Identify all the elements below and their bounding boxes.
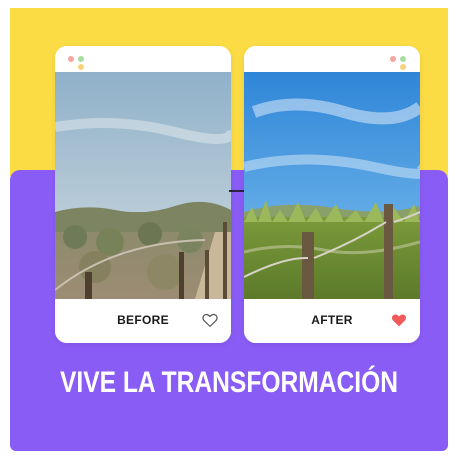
window-dot-green [400, 56, 406, 62]
window-dot-red [390, 56, 396, 62]
after-photo [244, 72, 420, 299]
promo-graphic: BEFORE AFTER VIVE LA TRANSFORMACIÓN [0, 0, 458, 459]
window-titlebar [55, 46, 231, 72]
before-card: BEFORE [55, 46, 231, 343]
window-titlebar [244, 46, 420, 72]
after-label-bar: AFTER [244, 299, 420, 343]
after-card: AFTER [244, 46, 420, 343]
window-dot-yellow [78, 64, 84, 70]
before-label-bar: BEFORE [55, 299, 231, 343]
heart-filled-icon[interactable] [390, 311, 408, 329]
window-dot-red [68, 56, 74, 62]
window-dots [68, 56, 84, 70]
before-photo [55, 72, 231, 299]
headline: VIVE LA TRANSFORMACIÓN [59, 366, 399, 399]
window-dots [390, 56, 406, 70]
window-dot-green [78, 56, 84, 62]
heart-outline-icon[interactable] [201, 311, 219, 329]
window-dot-yellow [400, 64, 406, 70]
